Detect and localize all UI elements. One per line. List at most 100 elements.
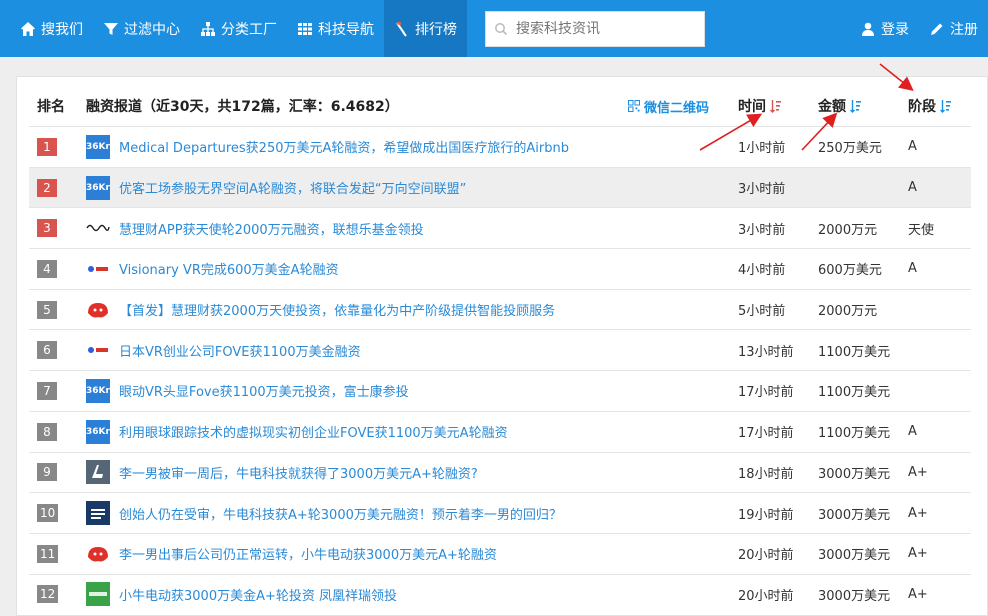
- amount-cell: 600万美元: [818, 263, 882, 279]
- time-cell: 19小时前: [738, 507, 794, 523]
- ranking-icon: [396, 21, 407, 37]
- nav-item-ranking[interactable]: 排行榜: [384, 0, 467, 57]
- amount-cell: 3000万美元: [818, 507, 891, 523]
- table-header: 排名 融资报道（近30天，共172篇，汇率：6.4682） 微信二维码 时间 金…: [29, 91, 971, 121]
- nav-item-filter[interactable]: 过滤中心: [93, 0, 190, 57]
- ranking-panel: 排名 融资报道（近30天，共172篇，汇率：6.4682） 微信二维码 时间 金…: [16, 76, 988, 616]
- amount-cell: 1100万美元: [818, 426, 891, 442]
- time-cell: 3小时前: [738, 182, 786, 198]
- 36kr-logo-icon: 36Kr: [86, 419, 110, 444]
- rank-badge: 8: [37, 422, 57, 441]
- table-row: 10 创始人仍在受审，牛电科技获A+轮3000万美元融资！预示着李一男的回归？ …: [29, 492, 971, 533]
- rank-badge: 7: [37, 381, 57, 400]
- table-row: 5 【首发】慧理财获2000万天使投资，依靠量化为中产阶级提供智能投顾服务 5小…: [29, 288, 971, 330]
- stage-cell: A: [908, 261, 917, 277]
- nav-label: 过滤中心: [124, 21, 180, 38]
- time-cell: 1小时前: [738, 141, 786, 157]
- login-link[interactable]: 登录: [850, 0, 919, 57]
- search-box[interactable]: [485, 10, 705, 47]
- table-row: 12 小牛电动获3000万美金A+轮投资 凤凰祥瑞领投 20小时前 3000万美…: [29, 573, 971, 615]
- top-navbar: 搜我们 过滤中心 分类工厂 科技导航 排行榜 登录 注册: [0, 0, 988, 57]
- nav-label: 排行榜: [415, 21, 457, 38]
- rank-badge: 11: [37, 544, 59, 563]
- stage-cell: 天使: [908, 222, 935, 238]
- table-row: 1 36Kr Medical Departures获250万美元A轮融资，希望做…: [29, 126, 971, 167]
- header-time-label: 时间: [738, 99, 766, 115]
- rank-badge: 9: [37, 463, 57, 482]
- 36kr-logo-icon: 36Kr: [86, 134, 110, 159]
- amount-cell: 2000万元: [818, 222, 878, 238]
- time-cell: 17小时前: [738, 385, 794, 401]
- qrcode-icon: [628, 100, 640, 112]
- rank-badge: 2: [37, 178, 57, 197]
- nav-item-tech-nav[interactable]: 科技导航: [287, 0, 384, 57]
- article-link[interactable]: 眼动VR头显Fove获1100万美元投资，富士康参投: [119, 381, 409, 400]
- amount-cell: 3000万美元: [818, 588, 891, 604]
- tzj-logo-icon: [86, 501, 110, 526]
- time-cell: 20小时前: [738, 588, 794, 604]
- article-link[interactable]: 创始人仍在受审，牛电科技获A+轮3000万美元融资！预示着李一男的回归？: [119, 504, 562, 523]
- time-cell: 20小时前: [738, 548, 794, 564]
- article-link[interactable]: 【首发】慧理财获2000万天使投资，依靠量化为中产阶级提供智能投顾服务: [119, 300, 555, 319]
- filter-icon: [104, 22, 118, 35]
- header-amount-label: 金额: [818, 99, 846, 115]
- rank-badge: 12: [37, 585, 59, 604]
- header-rank: 排名: [37, 99, 65, 115]
- nav-label: 搜我们: [41, 21, 83, 38]
- sitemap-icon: [201, 21, 215, 36]
- rank-badge: 3: [37, 219, 57, 238]
- nav-label: 分类工厂: [221, 21, 277, 38]
- time-cell: 13小时前: [738, 344, 794, 360]
- rank-badge: 5: [37, 300, 57, 319]
- sort-desc-icon: [770, 100, 781, 113]
- rank-badge: 4: [37, 259, 57, 278]
- table-row: 3 慧理财APP获天使轮2000万元融资，联想乐基金领投 3小时前 2000万元…: [29, 207, 971, 248]
- header-stage-sort[interactable]: 阶段: [908, 96, 971, 116]
- article-link[interactable]: Medical Departures获250万美元A轮融资，希望做成出国医疗旅行…: [119, 137, 569, 156]
- search-icon: [495, 22, 508, 35]
- article-link[interactable]: 日本VR创业公司FOVE获1100万美金融资: [119, 341, 361, 360]
- article-link[interactable]: Visionary VR完成600万美金A轮融资: [119, 259, 339, 278]
- article-link[interactable]: 小牛电动获3000万美金A+轮投资 凤凰祥瑞领投: [119, 585, 397, 604]
- baidu-logo-icon: [86, 256, 110, 281]
- header-amount-sort[interactable]: 金额: [818, 96, 908, 116]
- 36kr-logo-icon: 36Kr: [86, 378, 110, 403]
- time-cell: 17小时前: [738, 426, 794, 442]
- tiger-logo-icon: [86, 541, 110, 566]
- table-row: 2 36Kr 优客工场参股无界空间A轮融资，将联合发起“万向空间联盟” 3小时前…: [29, 166, 971, 208]
- stage-cell: A+: [908, 546, 928, 562]
- stage-cell: A: [908, 139, 917, 155]
- rank-badge: 10: [37, 504, 59, 523]
- stage-cell: A+: [908, 464, 928, 480]
- table-row: 6 日本VR创业公司FOVE获1100万美金融资 13小时前 1100万美元: [29, 329, 971, 370]
- pencil-icon: [931, 23, 943, 35]
- wechat-label: 微信二维码: [644, 100, 710, 116]
- stage-cell: A+: [908, 586, 928, 602]
- stage-cell: A: [908, 424, 917, 440]
- sort-desc-icon: [940, 100, 951, 113]
- search-input[interactable]: [516, 20, 696, 37]
- article-link[interactable]: 李一男被审一周后，牛电科技就获得了3000万美元A+轮融资?: [119, 463, 478, 482]
- amount-cell: 1100万美元: [818, 344, 891, 360]
- 36kr-logo-icon: 36Kr: [86, 175, 110, 200]
- amount-cell: 2000万元: [818, 304, 878, 320]
- register-link[interactable]: 注册: [919, 0, 988, 57]
- article-link[interactable]: 李一男出事后公司仍正常运转，小牛电动获3000万美元A+轮融资: [119, 544, 497, 563]
- amount-cell: 250万美元: [818, 141, 882, 157]
- header-title: 融资报道（近30天，共172篇，汇率：6.4682）: [86, 99, 399, 115]
- nav-item-category[interactable]: 分类工厂: [190, 0, 287, 57]
- baidu-logo-icon: [86, 338, 110, 363]
- stage-cell: A+: [908, 505, 928, 521]
- article-link[interactable]: 优客工场参股无界空间A轮融资，将联合发起“万向空间联盟”: [119, 178, 466, 197]
- stage-cell: A: [908, 180, 917, 196]
- amount-cell: 1100万美元: [818, 385, 891, 401]
- table-row: 9 李一男被审一周后，牛电科技就获得了3000万美元A+轮融资? 18小时前 3…: [29, 451, 971, 493]
- article-link[interactable]: 利用眼球跟踪技术的虚拟现实初创企业FOVE获1100万美元A轮融资: [119, 422, 508, 441]
- wechat-qr-button[interactable]: 微信二维码: [628, 97, 738, 116]
- header-time-sort[interactable]: 时间: [738, 96, 818, 116]
- ranking-table: 1 36Kr Medical Departures获250万美元A轮融资，希望做…: [29, 126, 971, 614]
- nav-label: 科技导航: [318, 21, 374, 38]
- article-link[interactable]: 慧理财APP获天使轮2000万元融资，联想乐基金领投: [119, 219, 424, 238]
- register-label: 注册: [950, 21, 978, 38]
- nav-item-home[interactable]: 搜我们: [10, 0, 93, 57]
